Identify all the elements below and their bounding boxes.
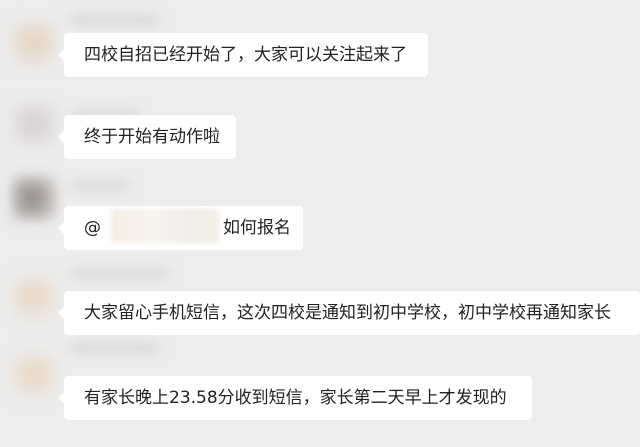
sender-name-blurred [70, 14, 160, 26]
message-bubble[interactable]: @ 如何报名 [58, 206, 303, 250]
message-text: 有家长晚上23.58分收到短信，家长第二天早上才发现的 [84, 388, 507, 408]
sender-name-blurred [70, 268, 170, 280]
avatar[interactable] [12, 276, 56, 320]
message-row: 有家长晚上23.58分收到短信，家长第二天早上才发现的 [0, 340, 640, 447]
message-bubble[interactable]: 有家长晚上23.58分收到短信，家长第二天早上才发现的 [58, 376, 532, 420]
chat-history: 四校自招已经开始了，大家可以关注起来了 终于开始有动作啦 @ 如何报名 大家留心手… [0, 0, 640, 447]
avatar[interactable] [12, 176, 56, 220]
sender-name-blurred [70, 342, 160, 354]
message-bubble[interactable]: 终于开始有动作啦 [58, 115, 236, 159]
message-bubble[interactable]: 四校自招已经开始了，大家可以关注起来了 [58, 33, 428, 77]
message-text: 终于开始有动作啦 [84, 127, 220, 147]
mention-symbol: @ [84, 218, 101, 238]
avatar[interactable] [12, 22, 56, 66]
message-text: 大家留心手机短信，这次四校是通知到初中学校，初中学校再通知家长 [84, 303, 611, 323]
message-row: 四校自招已经开始了，大家可以关注起来了 [0, 0, 640, 84]
sender-name-blurred [70, 180, 130, 192]
message-row: 大家留心手机短信，这次四校是通知到初中学校，初中学校再通知家长 [0, 262, 640, 346]
avatar[interactable] [12, 103, 56, 147]
message-bubble[interactable]: 大家留心手机短信，这次四校是通知到初中学校，初中学校再通知家长 [58, 291, 640, 335]
message-text: 如何报名 [223, 218, 291, 238]
message-row: @ 如何报名 [0, 168, 640, 268]
avatar[interactable] [12, 354, 56, 398]
mention-user-blurred[interactable] [111, 209, 219, 243]
message-text: 四校自招已经开始了，大家可以关注起来了 [84, 45, 407, 65]
